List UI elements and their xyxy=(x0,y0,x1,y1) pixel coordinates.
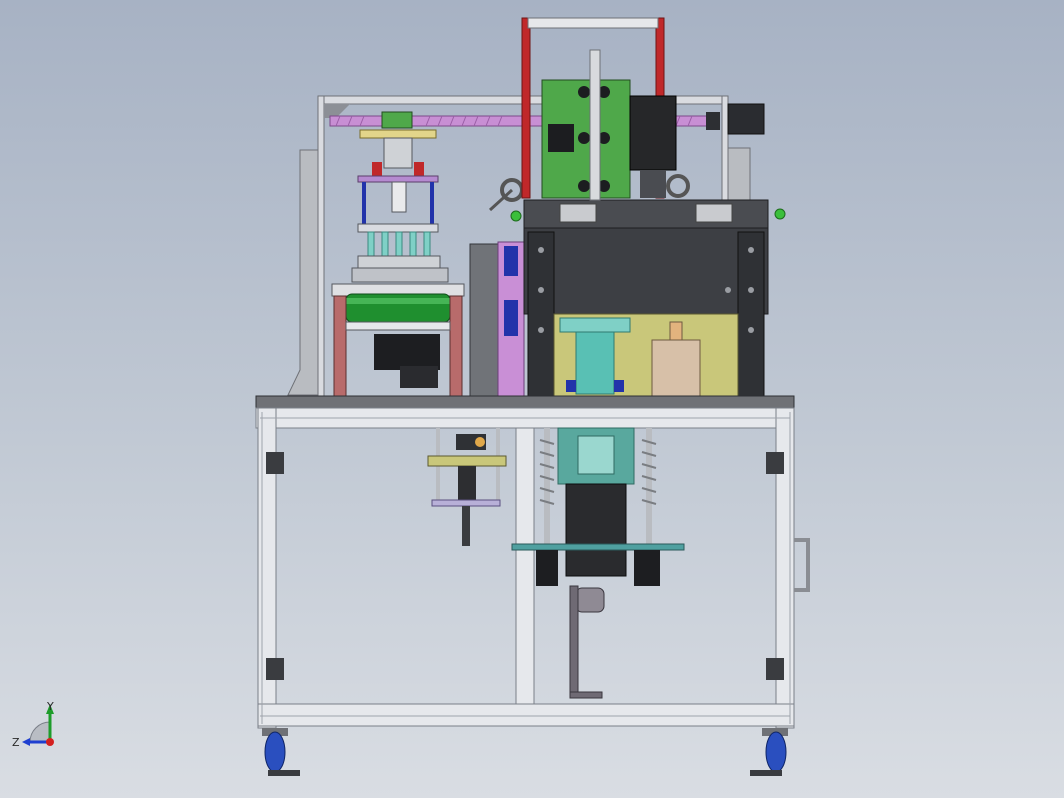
red-rail-left xyxy=(521,17,531,199)
lower-arm xyxy=(569,585,579,699)
lower-bracket xyxy=(575,587,605,613)
table-top xyxy=(255,395,795,409)
caster-base-left xyxy=(268,770,300,776)
top-handle-bar xyxy=(527,17,659,29)
press-left-pillar xyxy=(527,231,555,397)
hinge-right xyxy=(695,203,733,223)
blue-block-lower xyxy=(504,300,518,336)
teal-piston xyxy=(575,331,615,395)
side-handle xyxy=(794,538,810,592)
conveyor-leg-left xyxy=(333,295,347,397)
hang-cylinder xyxy=(458,466,476,500)
triad-z-label: Z xyxy=(12,736,20,749)
teal-plate xyxy=(559,317,631,333)
hinge-left xyxy=(559,203,597,223)
small-stepper xyxy=(548,124,574,152)
orange-fitting xyxy=(669,321,683,341)
cylinder-right xyxy=(634,550,660,586)
triad-x-axis xyxy=(46,738,54,746)
center-coupling xyxy=(577,435,615,475)
hang-bottom-plate xyxy=(431,499,501,507)
spring-base-plate xyxy=(511,543,685,551)
hang-bearing-cap xyxy=(475,437,485,447)
servo-coupling xyxy=(640,170,666,198)
press-right-pillar xyxy=(737,231,765,397)
conveyor-plate xyxy=(345,321,451,331)
cylinder-left xyxy=(536,550,558,586)
hang-plate xyxy=(427,455,507,467)
top-stepper-motor xyxy=(727,103,765,135)
vertical-shaft xyxy=(589,49,601,201)
nozzle-block xyxy=(351,267,449,283)
center-column xyxy=(469,243,503,397)
red-clamp-right xyxy=(414,162,424,176)
conveyor-gearbox xyxy=(400,366,438,388)
spring-rod-right xyxy=(646,428,652,546)
blue-stop-right xyxy=(614,380,624,392)
center-servo-motor xyxy=(565,483,627,577)
red-clamp-left xyxy=(372,162,382,176)
head-cylinder xyxy=(383,137,413,169)
conveyor-leg-right xyxy=(449,295,463,397)
left-housing-panel xyxy=(287,149,319,396)
press-body xyxy=(523,227,769,315)
lower-arm-foot xyxy=(569,691,603,699)
bottom-crossbeam xyxy=(257,703,795,727)
machine-model: Y Z xyxy=(12,17,810,776)
blue-stop-left xyxy=(566,380,576,392)
caster-base-right xyxy=(750,770,782,776)
green-knob-left xyxy=(510,210,522,222)
head-lower-plate xyxy=(357,223,439,233)
handwheel-right xyxy=(666,174,690,198)
green-roller-highlight xyxy=(346,298,450,304)
triad-y-label: Y xyxy=(46,700,54,713)
guide-rod-right xyxy=(430,182,434,224)
head-spring-block xyxy=(391,181,407,213)
beige-block xyxy=(651,339,701,397)
caster-wheel-right xyxy=(765,731,787,773)
view-triad[interactable]: Y Z xyxy=(12,700,54,749)
gantry-left-post xyxy=(317,95,325,397)
caster-wheel-left xyxy=(264,731,286,773)
triad-arc xyxy=(29,721,51,743)
conveyor-motor xyxy=(374,334,440,370)
cad-viewport[interactable]: Y Z xyxy=(0,0,1064,798)
head-base-plate xyxy=(357,255,441,269)
blue-block xyxy=(504,246,518,276)
main-servo-motor xyxy=(629,95,677,171)
triad-z-arrow xyxy=(22,738,30,746)
green-knob-right xyxy=(774,208,786,220)
head-top-plate xyxy=(359,129,437,139)
suction-rods xyxy=(367,231,431,259)
frame-center-post xyxy=(515,427,535,709)
coupler xyxy=(706,112,720,130)
head-mid-plate xyxy=(357,175,439,183)
guide-rod-left xyxy=(362,182,366,224)
spring-rod-left xyxy=(544,428,550,546)
hang-piston-rod xyxy=(462,506,470,546)
carriage-block xyxy=(381,111,413,129)
